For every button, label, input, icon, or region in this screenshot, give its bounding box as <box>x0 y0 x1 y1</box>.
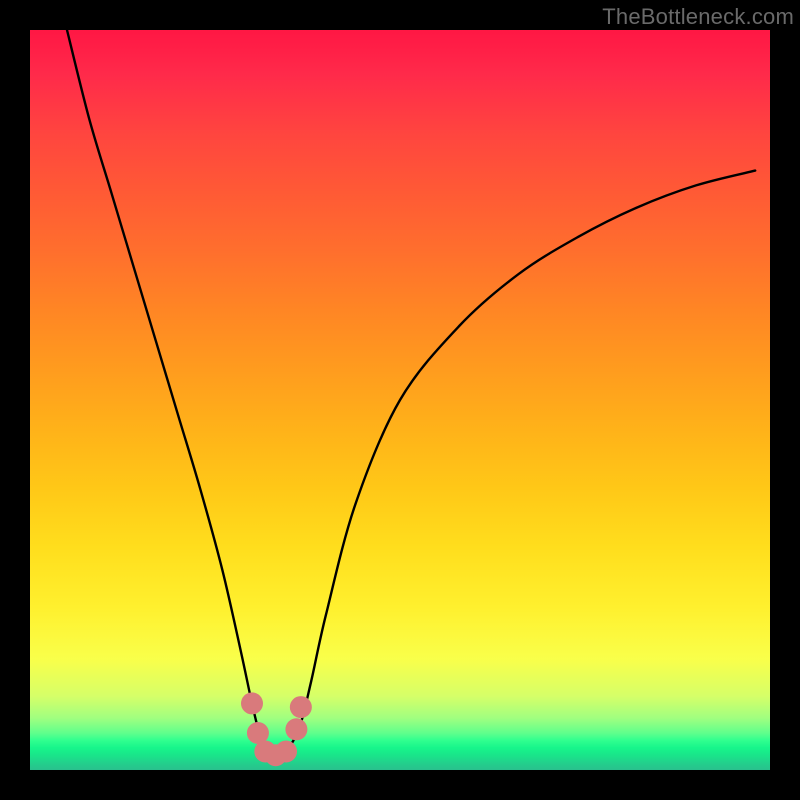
marker-left-top <box>241 692 263 714</box>
curve-markers <box>241 692 312 766</box>
watermark-text: TheBottleneck.com <box>602 4 794 30</box>
bottleneck-curve <box>67 30 755 756</box>
marker-right-top <box>290 696 312 718</box>
chart-frame: TheBottleneck.com <box>0 0 800 800</box>
marker-right-mid <box>285 718 307 740</box>
curve-svg <box>30 30 770 770</box>
plot-area <box>30 30 770 770</box>
marker-bottom-r <box>275 741 297 763</box>
